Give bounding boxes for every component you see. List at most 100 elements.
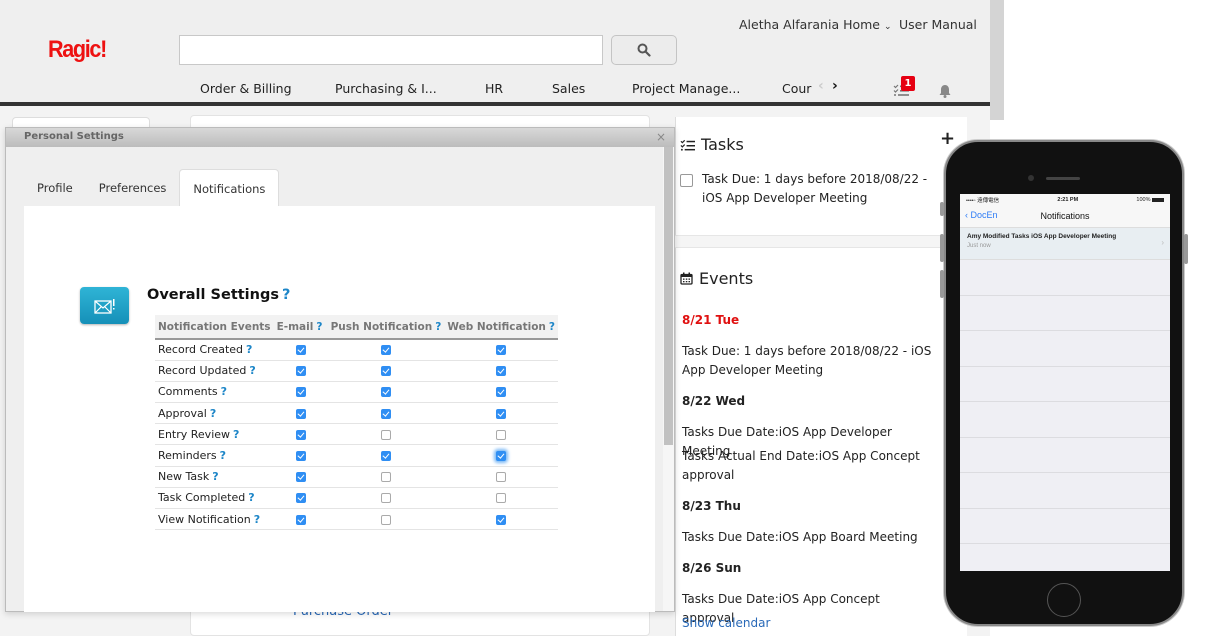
- tab-profile[interactable]: Profile: [24, 170, 86, 207]
- phone-nav-bar: ‹ DocEn Notifications: [960, 206, 1170, 228]
- help-icon[interactable]: ?: [221, 385, 227, 398]
- email-checkbox[interactable]: [295, 472, 306, 483]
- web-checkbox[interactable]: [496, 408, 507, 419]
- help-icon[interactable]: ?: [249, 364, 255, 377]
- empty-row: [960, 260, 1170, 296]
- dialog-titlebar[interactable]: Personal Settings ×: [6, 128, 674, 147]
- web-checkbox[interactable]: [496, 514, 507, 525]
- battery: 100%: [1136, 197, 1164, 203]
- column-header: Notification Events: [155, 315, 274, 340]
- notification-settings-table: Notification Events E-mail? Push Notific…: [155, 315, 558, 531]
- nav-order-billing[interactable]: Order & Billing: [200, 81, 292, 96]
- push-checkbox[interactable]: [380, 429, 391, 440]
- push-cell: [327, 360, 445, 382]
- web-cell: [444, 487, 558, 510]
- nav-purchasing[interactable]: Purchasing & I...: [335, 81, 437, 96]
- window-scrollbar[interactable]: [990, 0, 1004, 120]
- push-cell: [327, 466, 445, 488]
- help-icon[interactable]: ?: [246, 343, 252, 356]
- task-item[interactable]: Task Due: 1 days before 2018/08/22 - iOS…: [702, 170, 942, 208]
- show-calendar-link[interactable]: Show calendar: [682, 616, 770, 630]
- email-checkbox[interactable]: [295, 366, 306, 377]
- empty-row: [960, 296, 1170, 331]
- event-cell: Record Updated?: [155, 360, 274, 382]
- nav-project-management[interactable]: Project Manage...: [632, 81, 740, 96]
- close-icon[interactable]: ×: [656, 130, 666, 144]
- event-cell: Task Completed?: [155, 487, 274, 510]
- event-label: Reminders: [158, 449, 217, 463]
- event-cell: Record Created?: [155, 339, 274, 361]
- help-icon[interactable]: ?: [435, 321, 441, 333]
- event-item[interactable]: Task Due: 1 days before 2018/08/22 - iOS…: [682, 342, 932, 380]
- nav-sales[interactable]: Sales: [552, 81, 585, 96]
- nav-next-icon[interactable]: ›: [832, 78, 838, 94]
- home-link[interactable]: Aletha Alfarania Home ⌄: [739, 17, 892, 32]
- nav-hr[interactable]: HR: [485, 81, 503, 96]
- add-task-button[interactable]: +: [940, 128, 955, 149]
- notification-text: Amy Modified Tasks iOS App Developer Mee…: [967, 233, 1117, 240]
- event-item[interactable]: Tasks Actual End Date:iOS App Concept ap…: [682, 447, 932, 485]
- event-item[interactable]: Tasks Due Date:iOS App Board Meeting: [682, 528, 932, 547]
- tab-preferences[interactable]: Preferences: [86, 170, 180, 207]
- help-icon[interactable]: ?: [248, 491, 254, 504]
- web-checkbox[interactable]: [496, 345, 507, 356]
- help-icon[interactable]: ?: [316, 321, 322, 333]
- email-checkbox[interactable]: [295, 408, 306, 419]
- push-checkbox[interactable]: [380, 366, 391, 377]
- phone-notification-item[interactable]: Amy Modified Tasks iOS App Developer Mee…: [960, 228, 1170, 260]
- dialog-scrollbar[interactable]: [663, 147, 674, 611]
- push-checkbox[interactable]: [380, 387, 391, 398]
- task-checkbox[interactable]: [680, 174, 693, 187]
- event-cell: Approval?: [155, 402, 274, 425]
- push-checkbox[interactable]: [380, 493, 391, 504]
- header: Ragic! Aletha Alfarania Home ⌄ User Manu…: [0, 0, 990, 106]
- email-cell: [273, 339, 328, 361]
- help-icon[interactable]: ?: [212, 470, 218, 483]
- web-checkbox[interactable]: [496, 429, 507, 440]
- push-checkbox[interactable]: [380, 451, 391, 462]
- event-label: New Task: [158, 470, 210, 484]
- event-cell: Entry Review?: [155, 423, 274, 446]
- push-checkbox[interactable]: [380, 408, 391, 419]
- event-date: 8/22 Wed: [682, 394, 746, 408]
- table-row: View Notification?: [155, 508, 558, 531]
- push-checkbox[interactable]: [380, 472, 391, 483]
- scrollbar-thumb[interactable]: [664, 147, 673, 445]
- help-icon[interactable]: ?: [220, 449, 226, 462]
- phone-volume-down: [940, 270, 944, 298]
- email-cell: [273, 487, 328, 510]
- web-checkbox[interactable]: [496, 366, 507, 377]
- help-icon[interactable]: ?: [254, 513, 260, 526]
- logo[interactable]: Ragic!: [48, 36, 107, 64]
- web-cell: [444, 402, 558, 425]
- help-icon[interactable]: ?: [282, 287, 290, 303]
- email-checkbox[interactable]: [295, 345, 306, 356]
- help-icon[interactable]: ?: [549, 321, 555, 333]
- phone-home-button: [1047, 583, 1081, 617]
- bell-icon[interactable]: [938, 84, 952, 98]
- user-manual-link[interactable]: User Manual: [899, 17, 977, 32]
- nav-cour[interactable]: Cour: [782, 81, 811, 96]
- email-checkbox[interactable]: [295, 493, 306, 504]
- web-checkbox[interactable]: [496, 451, 507, 462]
- event-label: Comments: [158, 385, 218, 399]
- email-checkbox[interactable]: [295, 429, 306, 440]
- web-checkbox[interactable]: [496, 493, 507, 504]
- help-icon[interactable]: ?: [210, 407, 216, 420]
- email-checkbox[interactable]: [295, 387, 306, 398]
- web-checkbox[interactable]: [496, 472, 507, 483]
- push-checkbox[interactable]: [380, 514, 391, 525]
- help-icon[interactable]: ?: [233, 428, 239, 441]
- search-input[interactable]: [179, 35, 603, 65]
- web-checkbox[interactable]: [496, 387, 507, 398]
- nav-prev-icon[interactable]: ‹: [818, 78, 824, 94]
- search-button[interactable]: [611, 35, 677, 65]
- email-checkbox[interactable]: [295, 451, 306, 462]
- tab-notifications[interactable]: Notifications: [179, 169, 280, 207]
- push-cell: [327, 487, 445, 510]
- push-cell: [327, 381, 445, 404]
- push-checkbox[interactable]: [380, 345, 391, 356]
- event-date: 8/21 Tue: [682, 313, 740, 327]
- email-checkbox[interactable]: [295, 514, 306, 525]
- web-cell: [444, 381, 558, 404]
